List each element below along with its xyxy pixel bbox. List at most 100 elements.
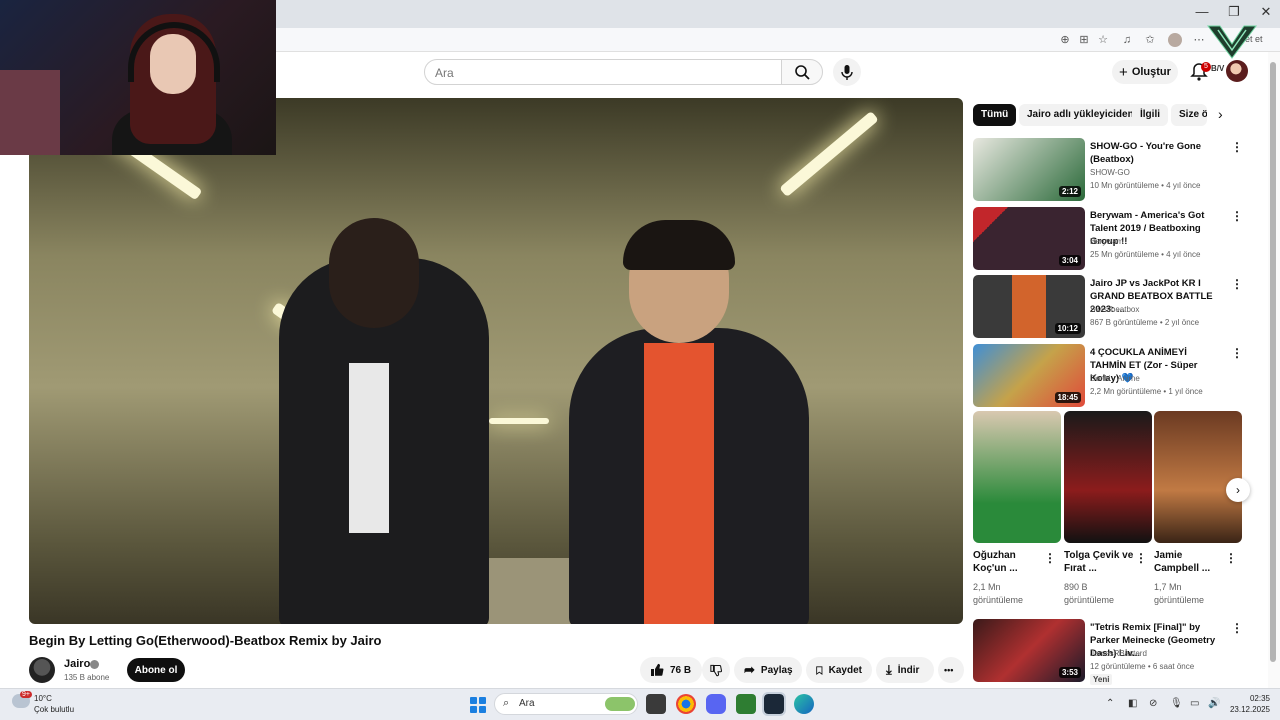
like-count: 76 B [670, 664, 692, 676]
create-button[interactable]: + Oluştur [1112, 60, 1178, 84]
chevron-up-icon[interactable]: ⌃ [1106, 698, 1114, 709]
list-item[interactable]: 3:04 Berywam - America's Got Talent 2019… [973, 207, 1263, 271]
shorts-next-button[interactable]: › [1226, 478, 1250, 502]
short-title[interactable]: Oğuzhan Koç'un ... [973, 549, 1049, 575]
share-button[interactable]: ➦ Paylaş [734, 657, 802, 683]
favorites-icon[interactable]: ✩ [1143, 33, 1157, 47]
short-title[interactable]: Tolga Çevik ve Fırat ... [1064, 549, 1140, 575]
thumbs-down-icon [710, 664, 722, 676]
more-options-icon[interactable]: ⋮ [1231, 346, 1243, 360]
ceiling-light [489, 418, 549, 424]
share-label: Paylaş [760, 664, 793, 676]
channel-name[interactable]: JamesRBasterd [1090, 649, 1147, 658]
performer-right-shirt [644, 343, 714, 624]
network-off-icon[interactable]: ⊘ [1149, 698, 1157, 709]
chip-all[interactable]: Tümü [973, 104, 1017, 126]
video-meta: 867 B görüntüleme • 2 yıl önce [1090, 318, 1200, 327]
list-item[interactable]: 2:12 SHOW-GO - You're Gone (Beatbox) SHO… [973, 138, 1263, 202]
list-item[interactable]: 10:12 Jairo JP vs JackPot KR I GRAND BEA… [973, 275, 1263, 339]
chevron-right-icon[interactable]: › [1218, 106, 1223, 122]
short-thumbnail[interactable] [973, 411, 1061, 543]
more-options-icon[interactable]: ⋮ [1231, 621, 1243, 635]
video-duration: 10:12 [1054, 323, 1081, 334]
save-label: Kaydet [828, 664, 862, 676]
webcam-background [0, 70, 60, 155]
more-options-icon[interactable]: ⋮ [1231, 277, 1243, 291]
chip-for-you[interactable]: Size ö [1171, 104, 1207, 126]
grid-icon[interactable]: ⊞ [1077, 33, 1091, 47]
minimize-button[interactable]: — [1188, 4, 1216, 19]
list-item[interactable]: 3:53 "Tetris Remix [Final]" by Parker Me… [973, 619, 1263, 683]
dislike-button[interactable] [702, 657, 730, 683]
more-options-icon[interactable]: ⋮ [1231, 140, 1243, 154]
restore-button[interactable]: ❐ [1220, 4, 1248, 20]
channel-name[interactable]: Donki - Anime [1090, 374, 1140, 383]
save-button[interactable]: Kaydet [806, 657, 872, 683]
file-explorer-icon[interactable] [646, 694, 666, 714]
short-title[interactable]: Jamie Campbell ... [1154, 549, 1230, 575]
list-item[interactable]: 18:45 4 ÇOCUKLA ANİMEYİ TAHMİN ET (Zor -… [973, 344, 1263, 408]
weather-condition[interactable]: Çok bulutlu [34, 705, 74, 714]
windows-start-icon[interactable] [470, 697, 486, 713]
download-button[interactable]: ⤓ İndir [876, 657, 934, 683]
channel-name[interactable]: SHOW-GO [1090, 168, 1130, 177]
more-icon[interactable]: ⋯ [1192, 33, 1206, 47]
more-actions-button[interactable]: ••• [938, 657, 964, 683]
notification-count-badge: 5 [1201, 62, 1211, 72]
video-thumbnail[interactable]: 2:12 [973, 138, 1085, 201]
security-icon[interactable]: ◧ [1128, 698, 1137, 709]
share-icon: ➦ [744, 662, 755, 677]
chip-related[interactable]: İlgili [1132, 104, 1168, 126]
short-thumbnail[interactable] [1154, 411, 1242, 543]
weather-badge: 9+ [20, 691, 32, 698]
display-icon[interactable]: ▭ [1190, 698, 1199, 709]
temperature[interactable]: 10°C [34, 694, 52, 703]
scrollbar-thumb[interactable] [1270, 62, 1276, 662]
short-thumbnail[interactable] [1064, 411, 1152, 543]
clock-time: 02:35 [1249, 694, 1270, 703]
more-options-icon[interactable]: ⋮ [1231, 209, 1243, 223]
profile-icon[interactable] [1168, 33, 1182, 47]
microphone-icon[interactable]: 🎙 [1170, 698, 1183, 709]
star-icon[interactable]: ☆ [1096, 33, 1110, 47]
video-meta: 10 Mn görüntüleme • 4 yıl önce [1090, 181, 1201, 190]
subscribe-button[interactable]: Abone ol [127, 658, 185, 682]
search-button[interactable] [781, 59, 823, 85]
chip-from-uploader[interactable]: Jairo adlı yükleyiciden [1019, 104, 1142, 126]
taskbar-clock[interactable]: 02:35 23.12.2025 [1226, 693, 1270, 715]
video-duration: 18:45 [1054, 392, 1081, 403]
account-avatar[interactable] [1226, 60, 1248, 82]
channel-name[interactable]: Swissbeatbox [1090, 305, 1139, 314]
logo-overlay-text: B/V [1211, 64, 1225, 73]
video-title[interactable]: SHOW-GO - You're Gone (Beatbox) [1090, 140, 1224, 166]
channel-name[interactable]: Jairo [64, 658, 90, 670]
steam-icon[interactable] [762, 692, 786, 716]
close-button[interactable]: ✕ [1252, 4, 1280, 20]
video-thumbnail[interactable]: 10:12 [973, 275, 1085, 338]
channel-avatar[interactable] [29, 657, 55, 683]
edge-icon[interactable] [794, 694, 814, 714]
channel-name[interactable]: Berywam [1090, 237, 1123, 246]
video-meta: 25 Mn görüntüleme • 4 yıl önce [1090, 250, 1201, 259]
video-thumbnail[interactable]: 3:53 [973, 619, 1085, 682]
chrome-icon[interactable] [676, 694, 696, 714]
translate-icon[interactable]: ⊕ [1058, 33, 1072, 47]
search-input[interactable]: Ara [424, 59, 782, 85]
video-player[interactable] [29, 98, 963, 624]
voice-search-button[interactable] [833, 58, 861, 86]
more-options-icon[interactable]: ⋮ [1044, 551, 1056, 565]
video-thumbnail[interactable]: 3:04 [973, 207, 1085, 270]
video-thumbnail[interactable]: 18:45 [973, 344, 1085, 407]
taskbar-search-placeholder: Ara [519, 698, 535, 709]
app-icon[interactable] [736, 694, 756, 714]
media-icon[interactable]: ♫ [1120, 33, 1134, 47]
like-button[interactable]: 76 B [640, 657, 702, 683]
discord-icon[interactable] [706, 694, 726, 714]
performer-right-hair [623, 220, 735, 270]
taskbar-search[interactable]: ⌕ Ara [494, 693, 638, 715]
performer-left-head [329, 218, 419, 328]
more-options-icon[interactable]: ⋮ [1135, 551, 1147, 565]
more-options-icon[interactable]: ⋮ [1225, 551, 1237, 565]
create-label: Oluştur [1131, 66, 1171, 78]
volume-icon[interactable]: 🔊 [1208, 698, 1220, 709]
